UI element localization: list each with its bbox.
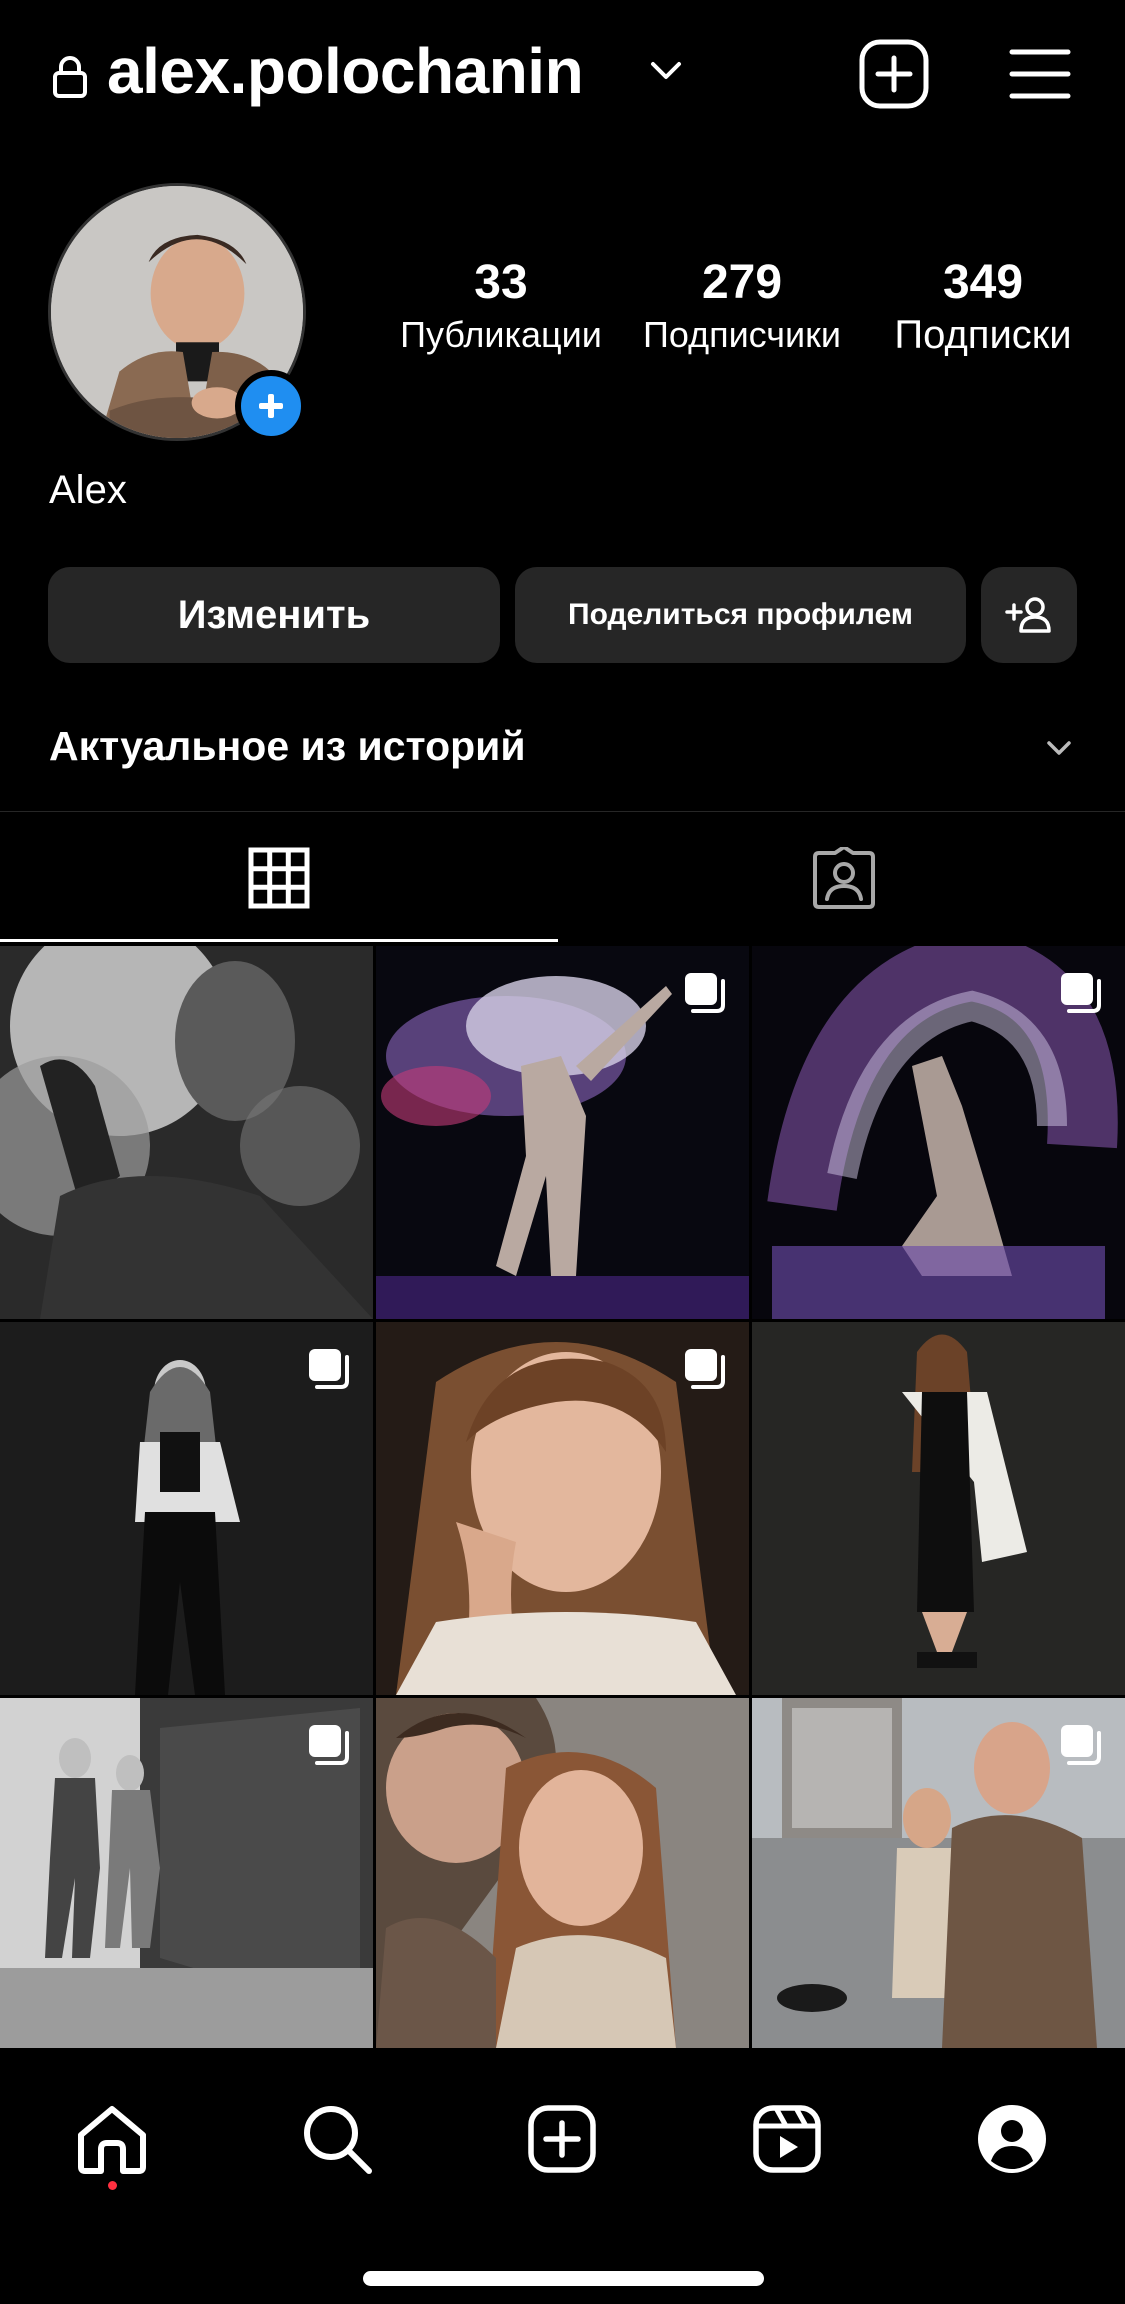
reels-icon	[753, 2105, 821, 2173]
post-image	[0, 946, 373, 1319]
post-thumbnail[interactable]	[376, 946, 749, 1319]
posts-count-label: Публикации	[400, 314, 602, 355]
create-icon	[528, 2105, 596, 2173]
multiple-photos-icon	[1061, 1725, 1101, 1765]
post-image	[752, 1322, 1125, 1695]
post-thumbnail[interactable]	[752, 1698, 1125, 2048]
post-thumbnail[interactable]	[0, 1322, 373, 1695]
home-indicator	[363, 2271, 764, 2286]
following-count-value: 349	[942, 256, 1024, 309]
post-thumbnail[interactable]	[376, 1698, 749, 2048]
post-image	[376, 1698, 749, 2048]
post-thumbnail[interactable]	[376, 1322, 749, 1695]
nav-create[interactable]	[517, 2094, 607, 2184]
nav-home[interactable]	[67, 2094, 157, 2184]
display-name: Alex	[49, 468, 127, 512]
nav-reels[interactable]	[742, 2094, 832, 2184]
followers-count-value: 279	[701, 256, 783, 309]
multiple-photos-icon	[685, 973, 725, 1013]
discover-people-button[interactable]	[981, 567, 1077, 663]
following-count[interactable]: 349 Подписки	[880, 255, 1086, 359]
top-bar: alex.polochanin	[0, 0, 1125, 150]
nav-search[interactable]	[292, 2094, 382, 2184]
multiple-photos-icon	[309, 1349, 349, 1389]
username-switcher[interactable]: alex.polochanin	[107, 34, 584, 108]
grid-icon	[248, 847, 310, 909]
post-thumbnail[interactable]	[0, 1698, 373, 2048]
post-thumbnail[interactable]	[0, 946, 373, 1319]
multiple-photos-icon	[309, 1725, 349, 1765]
tab-tagged[interactable]	[563, 812, 1125, 944]
profile-icon	[978, 2105, 1046, 2173]
chevron-down-icon[interactable]	[650, 60, 682, 82]
post-thumbnail[interactable]	[752, 946, 1125, 1319]
active-tab-indicator	[0, 939, 558, 942]
chevron-down-icon[interactable]	[1046, 740, 1072, 756]
nav-profile[interactable]	[967, 2094, 1057, 2184]
add-story-button[interactable]	[235, 370, 307, 442]
following-count-label: Подписки	[894, 313, 1072, 357]
posts-count-value: 33	[474, 256, 528, 309]
notification-dot	[108, 2181, 117, 2190]
story-highlights-title[interactable]: Актуальное из историй	[49, 718, 526, 774]
tab-posts-grid[interactable]	[0, 812, 558, 944]
followers-count-label: Подписчики	[642, 314, 842, 355]
tagged-person-icon	[813, 847, 875, 909]
multiple-photos-icon	[685, 1349, 725, 1389]
followers-count[interactable]: 279 Подписчики	[634, 255, 850, 359]
edit-profile-button[interactable]: Изменить	[48, 567, 500, 663]
menu-icon[interactable]	[1008, 44, 1072, 104]
search-icon	[304, 2106, 372, 2174]
posts-count[interactable]: 33 Публикации	[392, 255, 610, 359]
add-person-icon	[1005, 597, 1051, 633]
share-profile-button[interactable]: Поделиться профилем	[515, 567, 966, 663]
post-thumbnail[interactable]	[752, 1322, 1125, 1695]
plus-square-icon[interactable]	[858, 38, 930, 110]
bottom-nav	[0, 2054, 1125, 2304]
home-icon	[78, 2106, 146, 2174]
multiple-photos-icon	[1061, 973, 1101, 1013]
lock-icon	[53, 56, 87, 98]
